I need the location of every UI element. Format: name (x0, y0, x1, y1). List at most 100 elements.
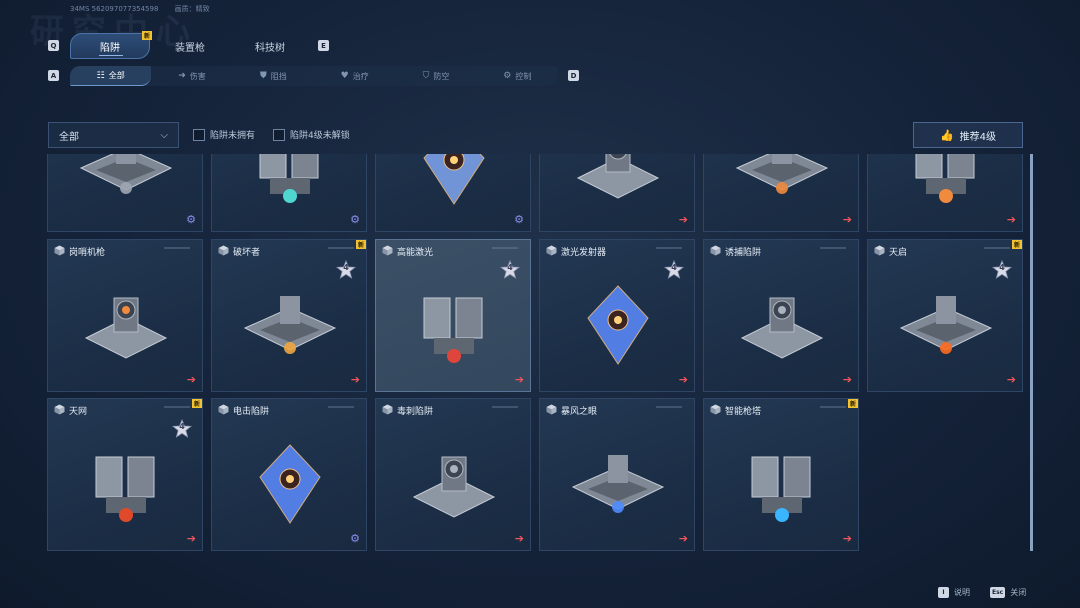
trap-card[interactable]: 诱捕陷阱 ➔ (703, 239, 859, 392)
level4-star-badge: 4 (171, 418, 193, 439)
trap-name: 智能枪塔 (725, 407, 762, 417)
trap-name: 破坏者 (233, 248, 261, 258)
trap-card[interactable]: 天网 新 4 ➔ (47, 398, 203, 551)
filter-block[interactable]: ⛊ 阻挡 (233, 66, 314, 86)
level4-locked-checkbox[interactable]: 陷阱4级未解锁 (273, 128, 350, 141)
filter-label: 治疗 (352, 71, 369, 81)
trap-type-icon (382, 245, 393, 256)
filter-anti-air[interactable]: ⛉ 防空 (395, 66, 476, 86)
trap-artwork (722, 154, 842, 216)
arrow-right-icon[interactable]: ➔ (1007, 213, 1016, 226)
level4-star-badge: 4 (335, 259, 357, 280)
chevron-down-icon: ⌵ (160, 129, 168, 141)
category-filter-bar: ☷ 全部 ➜ 伤害 ⛊ 阻挡 ♥ 治疗 ⛉ 防空 ⚙ 控制 (70, 66, 558, 86)
trap-card[interactable]: ⚙ (375, 154, 531, 232)
filter-damage[interactable]: ➜ 伤害 (151, 66, 232, 86)
trap-name: 天网 (69, 407, 88, 417)
tab-device-guns[interactable]: 装置枪 (150, 33, 230, 59)
trap-artwork (394, 427, 514, 535)
not-owned-checkbox[interactable]: 陷阱未拥有 (193, 128, 255, 141)
checkbox-box[interactable] (273, 128, 285, 141)
serial-stripe (820, 406, 846, 408)
trap-artwork (558, 427, 678, 535)
serial-stripe (656, 406, 682, 408)
close-hint[interactable]: Esc 关闭 (990, 587, 1026, 598)
quality-label: 画质：精致 (174, 5, 210, 13)
level-number: 4 (671, 263, 677, 272)
trap-card[interactable]: 破坏者 新 4 ➔ (211, 239, 367, 392)
arrow-right-icon[interactable]: ➔ (351, 373, 360, 386)
arrow-right-icon[interactable]: ➔ (515, 532, 524, 545)
trap-card[interactable]: 毒刺陷阱 ➔ (375, 398, 531, 551)
serial-stripe (656, 247, 682, 249)
serial-stripe (492, 406, 518, 408)
gear-icon[interactable]: ⚙ (350, 532, 360, 545)
trap-card[interactable]: 暴风之眼 ➔ (539, 398, 695, 551)
arrow-right-icon[interactable]: ➔ (187, 532, 196, 545)
tab-label: 装置枪 (175, 42, 205, 54)
trap-type-icon (546, 404, 557, 415)
next-tab-key[interactable]: E (318, 40, 329, 51)
trap-artwork (394, 154, 514, 216)
trap-card[interactable]: 岗哨机枪 ➔ (47, 239, 203, 392)
filter-heal[interactable]: ♥ 治疗 (314, 66, 395, 86)
trap-type-icon (710, 245, 721, 256)
arrow-right-icon[interactable]: ➔ (843, 213, 852, 226)
help-hint[interactable]: I 说明 (938, 587, 970, 598)
trap-type-icon (546, 245, 557, 256)
filter-all[interactable]: ☷ 全部 (70, 66, 152, 86)
filter-label: 控制 (515, 71, 532, 81)
checkbox-box[interactable] (193, 128, 205, 141)
filter-label: 全部 (108, 71, 125, 80)
trap-card[interactable]: 高能激光 4 ➔ (375, 239, 531, 392)
trap-card[interactable]: ➔ (867, 154, 1023, 232)
tab-label: 科技树 (255, 42, 285, 54)
trap-type-icon (218, 245, 229, 256)
level-number: 4 (507, 263, 513, 272)
scrollbar-thumb[interactable] (1030, 154, 1033, 551)
gear-icon[interactable]: ⚙ (350, 213, 360, 226)
serial-stripe (164, 247, 190, 249)
trap-card[interactable]: ⚙ (211, 154, 367, 232)
tab-tech-tree[interactable]: 科技树 (230, 33, 310, 59)
trap-name: 岗哨机枪 (69, 248, 106, 258)
trap-card[interactable]: 激光发射器 4 ➔ (539, 239, 695, 392)
sort-dropdown[interactable]: 全部 ⌵ (48, 122, 179, 148)
arrow-right-icon[interactable]: ➔ (515, 373, 524, 386)
trap-card[interactable]: ➔ (539, 154, 695, 232)
checkbox-label: 陷阱未拥有 (210, 131, 256, 141)
trap-name: 激光发射器 (561, 248, 607, 258)
next-filter-key[interactable]: D (568, 70, 579, 81)
filter-label: 阻挡 (270, 71, 287, 81)
trap-artwork (722, 268, 842, 376)
arrow-right-icon[interactable]: ➔ (187, 373, 196, 386)
serial-stripe (492, 247, 518, 249)
trap-name: 毒刺陷阱 (397, 407, 434, 417)
arrow-right-icon[interactable]: ➔ (843, 373, 852, 386)
filter-control[interactable]: ⚙ 控制 (477, 66, 558, 86)
serial-stripe (328, 247, 354, 249)
prev-filter-key[interactable]: A (48, 70, 59, 81)
new-badge: 新 (1012, 240, 1022, 249)
gear-icon[interactable]: ⚙ (186, 213, 196, 226)
esc-key: Esc (990, 587, 1006, 598)
filter-label: 伤害 (189, 71, 206, 81)
trap-card[interactable]: ⚙ (47, 154, 203, 232)
trap-card[interactable]: 电击陷阱 ⚙ (211, 398, 367, 551)
trap-card[interactable]: 天启 新 4 ➔ (867, 239, 1023, 392)
tab-traps[interactable]: 陷阱 新 (70, 31, 152, 59)
arrow-right-icon[interactable]: ➔ (679, 373, 688, 386)
arrow-right-icon[interactable]: ➔ (843, 532, 852, 545)
trap-artwork (886, 268, 1006, 376)
arrow-right-icon[interactable]: ➔ (679, 213, 688, 226)
prev-tab-key[interactable]: Q (48, 40, 59, 51)
trap-type-icon (54, 404, 65, 415)
arrow-right-icon[interactable]: ➔ (1007, 373, 1016, 386)
gear-icon[interactable]: ⚙ (514, 213, 524, 226)
trap-artwork (394, 268, 514, 376)
recommend-level4-button[interactable]: 👍 推荐4级 (913, 122, 1023, 148)
arrow-right-icon[interactable]: ➔ (679, 532, 688, 545)
trap-card[interactable]: ➔ (703, 154, 859, 232)
trap-card[interactable]: 智能枪塔 新 ➔ (703, 398, 859, 551)
trap-type-icon (710, 404, 721, 415)
